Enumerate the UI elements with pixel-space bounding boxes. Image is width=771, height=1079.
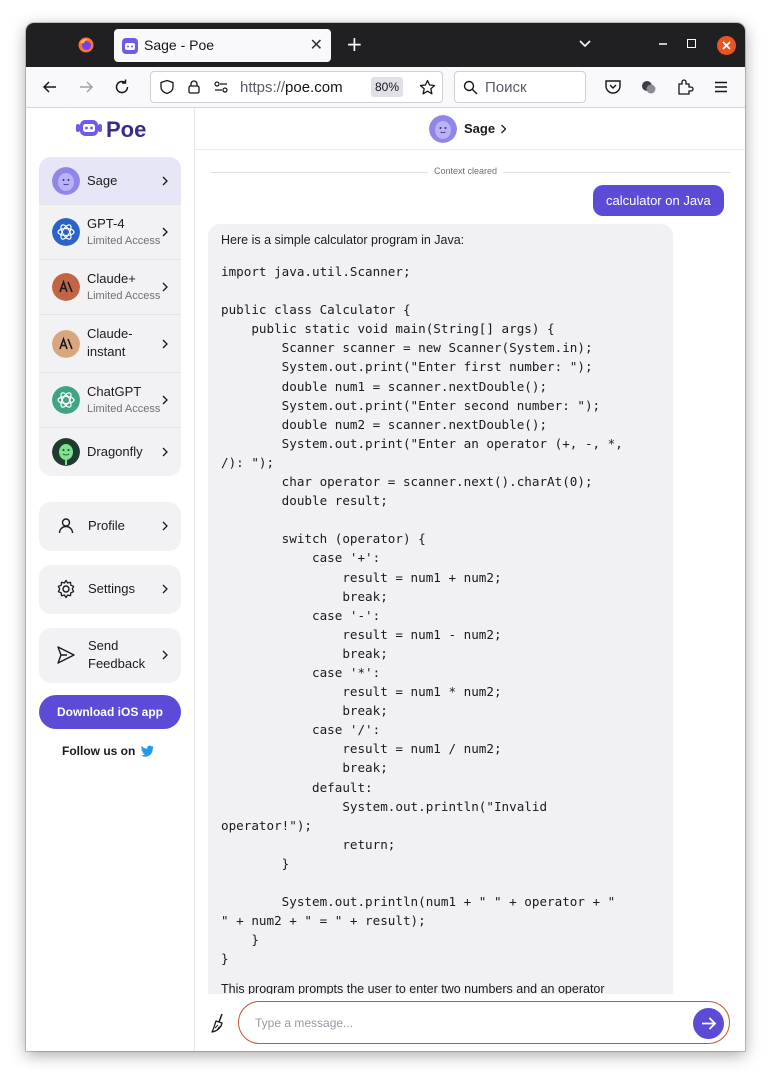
new-tab-icon[interactable]: + (346, 32, 363, 56)
bot-access-label: Limited Access (87, 290, 161, 302)
gear-icon (57, 579, 75, 599)
sage-avatar-icon (429, 115, 457, 143)
url-bar[interactable]: https://poe.com 80% (150, 71, 443, 103)
chevron-down-icon[interactable] (578, 37, 592, 51)
chevron-right-icon (162, 650, 168, 660)
poe-logo-icon (76, 120, 102, 136)
nav-bar: https://poe.com 80% Поиск (26, 67, 745, 108)
message-composer (195, 994, 745, 1051)
chat-bot-name: Sage (464, 121, 496, 136)
forward-arrow-icon[interactable] (77, 78, 95, 96)
maximize-icon[interactable] (687, 39, 696, 48)
profile-button[interactable]: Profile (39, 502, 181, 551)
send-feedback-label: Send Feedback (88, 638, 146, 671)
zoom-badge[interactable]: 80% (371, 77, 404, 97)
bot-name: Claude+ (87, 271, 136, 286)
bot-list: Sage GPT-4 Limited Access Claude+ Limite… (39, 157, 181, 476)
chevron-right-icon (162, 584, 168, 594)
broom-icon[interactable] (209, 1012, 231, 1034)
chevron-right-icon (162, 521, 168, 531)
profile-label: Profile (88, 518, 125, 533)
bot-name: Sage (87, 173, 118, 188)
bot-name: ChatGPT (87, 384, 142, 399)
chevron-right-icon (162, 339, 168, 349)
context-cleared-label: Context cleared (428, 166, 504, 176)
send-feedback-button[interactable]: Send Feedback (39, 628, 181, 683)
search-placeholder: Поиск (485, 79, 527, 96)
claude-plus-avatar-icon (52, 273, 80, 301)
bot-name: Dragonfly (87, 444, 143, 459)
tab-active[interactable]: Sage - Poe ✕ (114, 29, 331, 62)
settings-button[interactable]: Settings (39, 565, 181, 614)
permissions-icon[interactable] (213, 79, 229, 95)
chatgpt-avatar-icon (52, 386, 80, 414)
browser-window: Sage - Poe ✕ + https://poe.com 80% Поиск… (26, 23, 745, 1051)
chevron-right-icon (162, 447, 168, 457)
settings-label: Settings (88, 581, 135, 596)
back-arrow-icon[interactable] (41, 78, 59, 96)
minimize-icon[interactable] (656, 35, 670, 49)
tab-title: Sage - Poe (144, 37, 215, 53)
bot-item-gpt4[interactable]: GPT-4 Limited Access (39, 205, 181, 260)
bot-message-outro: This program prompts the user to enter t… (221, 982, 605, 994)
chat-header[interactable]: Sage (195, 108, 745, 150)
dragonfly-avatar-icon (52, 438, 80, 466)
bot-item-sage[interactable]: Sage (39, 157, 181, 205)
extensions-puzzle-icon[interactable] (676, 78, 694, 96)
page-content: Poe Sage GPT-4 Limited Access Claude+ Li… (26, 108, 745, 1051)
follow-us-text: Follow us on (62, 744, 136, 758)
chevron-right-icon (162, 176, 168, 186)
tab-strip: Sage - Poe ✕ + (26, 23, 745, 67)
firefox-icon[interactable] (78, 37, 94, 53)
lock-icon[interactable] (186, 79, 202, 95)
shield-icon[interactable] (159, 79, 175, 95)
bot-item-chatgpt[interactable]: ChatGPT Limited Access (39, 373, 181, 428)
chevron-right-icon (501, 124, 507, 134)
chevron-right-icon (162, 227, 168, 237)
bot-name: Claude- instant (87, 326, 133, 359)
poe-favicon-icon (122, 38, 138, 54)
menu-icon[interactable] (712, 78, 730, 96)
user-message: calculator on Java (593, 185, 724, 216)
bookmark-star-icon[interactable] (419, 79, 436, 96)
send-message-button[interactable] (693, 1008, 724, 1039)
url-host: poe.com (285, 79, 343, 96)
code-block: import java.util.Scanner; public class C… (221, 264, 623, 967)
bot-message-intro: Here is a simple calculator program in J… (221, 233, 465, 247)
bot-access-label: Limited Access (87, 403, 161, 415)
bot-item-claude-instant[interactable]: Claude- instant (39, 315, 181, 373)
arrow-right-icon (702, 1017, 717, 1030)
reload-icon[interactable] (113, 78, 131, 96)
close-icon (722, 41, 731, 50)
extension-icon[interactable] (640, 78, 658, 96)
bot-message: Here is a simple calculator program in J… (208, 224, 673, 994)
chat-panel: Sage Context cleared calculator on Java … (195, 108, 745, 1051)
user-icon (58, 518, 74, 534)
close-window-button[interactable] (717, 36, 736, 55)
chevron-right-icon (162, 395, 168, 405)
send-icon (57, 646, 75, 664)
logo-text: Poe (106, 117, 147, 142)
bot-name: GPT-4 (87, 216, 125, 231)
bot-item-claude-plus[interactable]: Claude+ Limited Access (39, 260, 181, 315)
url-text[interactable]: https://poe.com (240, 79, 343, 96)
bot-item-dragonfly[interactable]: Dragonfly (39, 428, 181, 476)
gpt4-avatar-icon (52, 218, 80, 246)
sage-avatar-icon (52, 167, 80, 195)
search-icon (463, 80, 478, 95)
chevron-right-icon (162, 282, 168, 292)
claude-instant-avatar-icon (52, 330, 80, 358)
message-input[interactable] (238, 1001, 730, 1044)
twitter-icon[interactable] (140, 745, 154, 757)
download-ios-app-button[interactable]: Download iOS app (39, 695, 181, 729)
sidebar: Poe Sage GPT-4 Limited Access Claude+ Li… (26, 108, 195, 1051)
url-scheme: https:// (240, 79, 286, 96)
pocket-icon[interactable] (604, 78, 622, 96)
tab-close-icon[interactable]: ✕ (310, 35, 323, 54)
search-bar[interactable]: Поиск (454, 71, 586, 103)
bot-access-label: Limited Access (87, 235, 161, 247)
poe-logo[interactable]: Poe (76, 117, 146, 142)
